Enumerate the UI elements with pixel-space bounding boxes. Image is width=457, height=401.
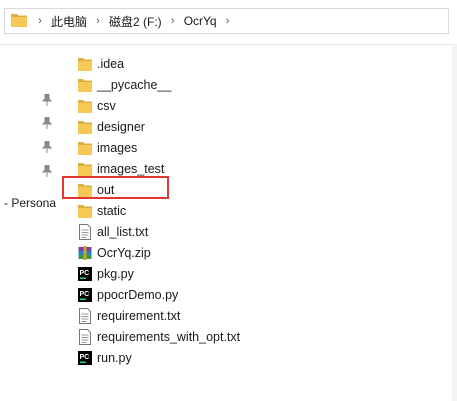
folder-icon (78, 77, 92, 93)
folder-icon (78, 56, 92, 72)
file-list-item[interactable]: designer (78, 116, 448, 137)
sidebar-item-personal[interactable]: - Persona (4, 196, 56, 210)
file-list-item[interactable]: PC pkg.py (78, 263, 448, 284)
folder-icon (78, 119, 92, 135)
svg-text:PC: PC (80, 291, 90, 298)
navigation-pane (0, 44, 62, 401)
file-name: run.py (97, 350, 132, 365)
pin-icon[interactable] (41, 164, 53, 177)
file-name: images (97, 140, 138, 155)
folder-icon (78, 98, 92, 114)
file-list: .idea __pycache__csv designer images images_… (78, 53, 448, 368)
highlight-box (62, 176, 169, 199)
breadcrumb-this-pc[interactable]: 此电脑 (51, 13, 87, 30)
svg-text:PC: PC (80, 270, 90, 277)
pycharm-file-icon: PC (78, 350, 92, 366)
file-list-item[interactable]: images (78, 137, 448, 158)
address-bar[interactable]: › 此电脑 › 磁盘2 (F:) › OcrYq › (4, 8, 449, 34)
file-name: images_test (97, 161, 165, 176)
breadcrumb-drive[interactable]: 磁盘2 (F:) (109, 13, 162, 30)
pin-icon[interactable] (41, 93, 53, 106)
folder-icon (78, 203, 92, 219)
file-name: designer (97, 119, 145, 134)
file-name: csv (97, 98, 116, 113)
file-list-item[interactable]: .idea (78, 53, 448, 74)
breadcrumb-current-folder[interactable]: OcrYq (184, 14, 217, 28)
chevron-right-icon[interactable]: › (91, 15, 105, 27)
zip-archive-icon (78, 245, 92, 261)
chevron-right-icon[interactable]: › (221, 15, 235, 27)
pycharm-file-icon: PC (78, 266, 92, 282)
text-file-icon (78, 223, 92, 240)
file-name: all_list.txt (97, 224, 149, 239)
folder-icon (11, 13, 27, 30)
text-file-icon (78, 328, 92, 345)
file-name: .idea (97, 56, 125, 71)
file-list-item[interactable]: requirements_with_opt.txt (78, 326, 448, 347)
file-list-item[interactable]: requirement.txt (78, 305, 448, 326)
pin-icon[interactable] (41, 140, 53, 153)
file-name: ppocrDemo.py (97, 287, 179, 302)
svg-text:PC: PC (80, 354, 90, 361)
address-bar-area: › 此电脑 › 磁盘2 (F:) › OcrYq › (0, 0, 457, 45)
file-list-item[interactable]: PC run.py (78, 347, 448, 368)
folder-icon (78, 140, 92, 156)
file-list-item[interactable]: OcrYq.zip (78, 242, 448, 263)
file-list-item[interactable]: csv (78, 95, 448, 116)
file-list-item[interactable]: __pycache__ (78, 74, 448, 95)
file-name: OcrYq.zip (97, 245, 151, 260)
pin-icon[interactable] (41, 116, 53, 129)
file-name: requirement.txt (97, 308, 181, 323)
folder-icon (78, 161, 92, 177)
text-file-icon (78, 307, 92, 324)
chevron-right-icon[interactable]: › (166, 15, 180, 27)
file-name: pkg.py (97, 266, 134, 281)
chevron-right-icon[interactable]: › (33, 15, 47, 27)
file-name: requirements_with_opt.txt (97, 329, 241, 344)
file-list-item[interactable]: static (78, 200, 448, 221)
pycharm-file-icon: PC (78, 287, 92, 303)
file-list-item[interactable]: PC ppocrDemo.py (78, 284, 448, 305)
file-name: static (97, 203, 127, 218)
file-name: __pycache__ (97, 77, 172, 92)
file-list-item[interactable]: all_list.txt (78, 221, 448, 242)
scrollbar[interactable] (452, 44, 457, 401)
